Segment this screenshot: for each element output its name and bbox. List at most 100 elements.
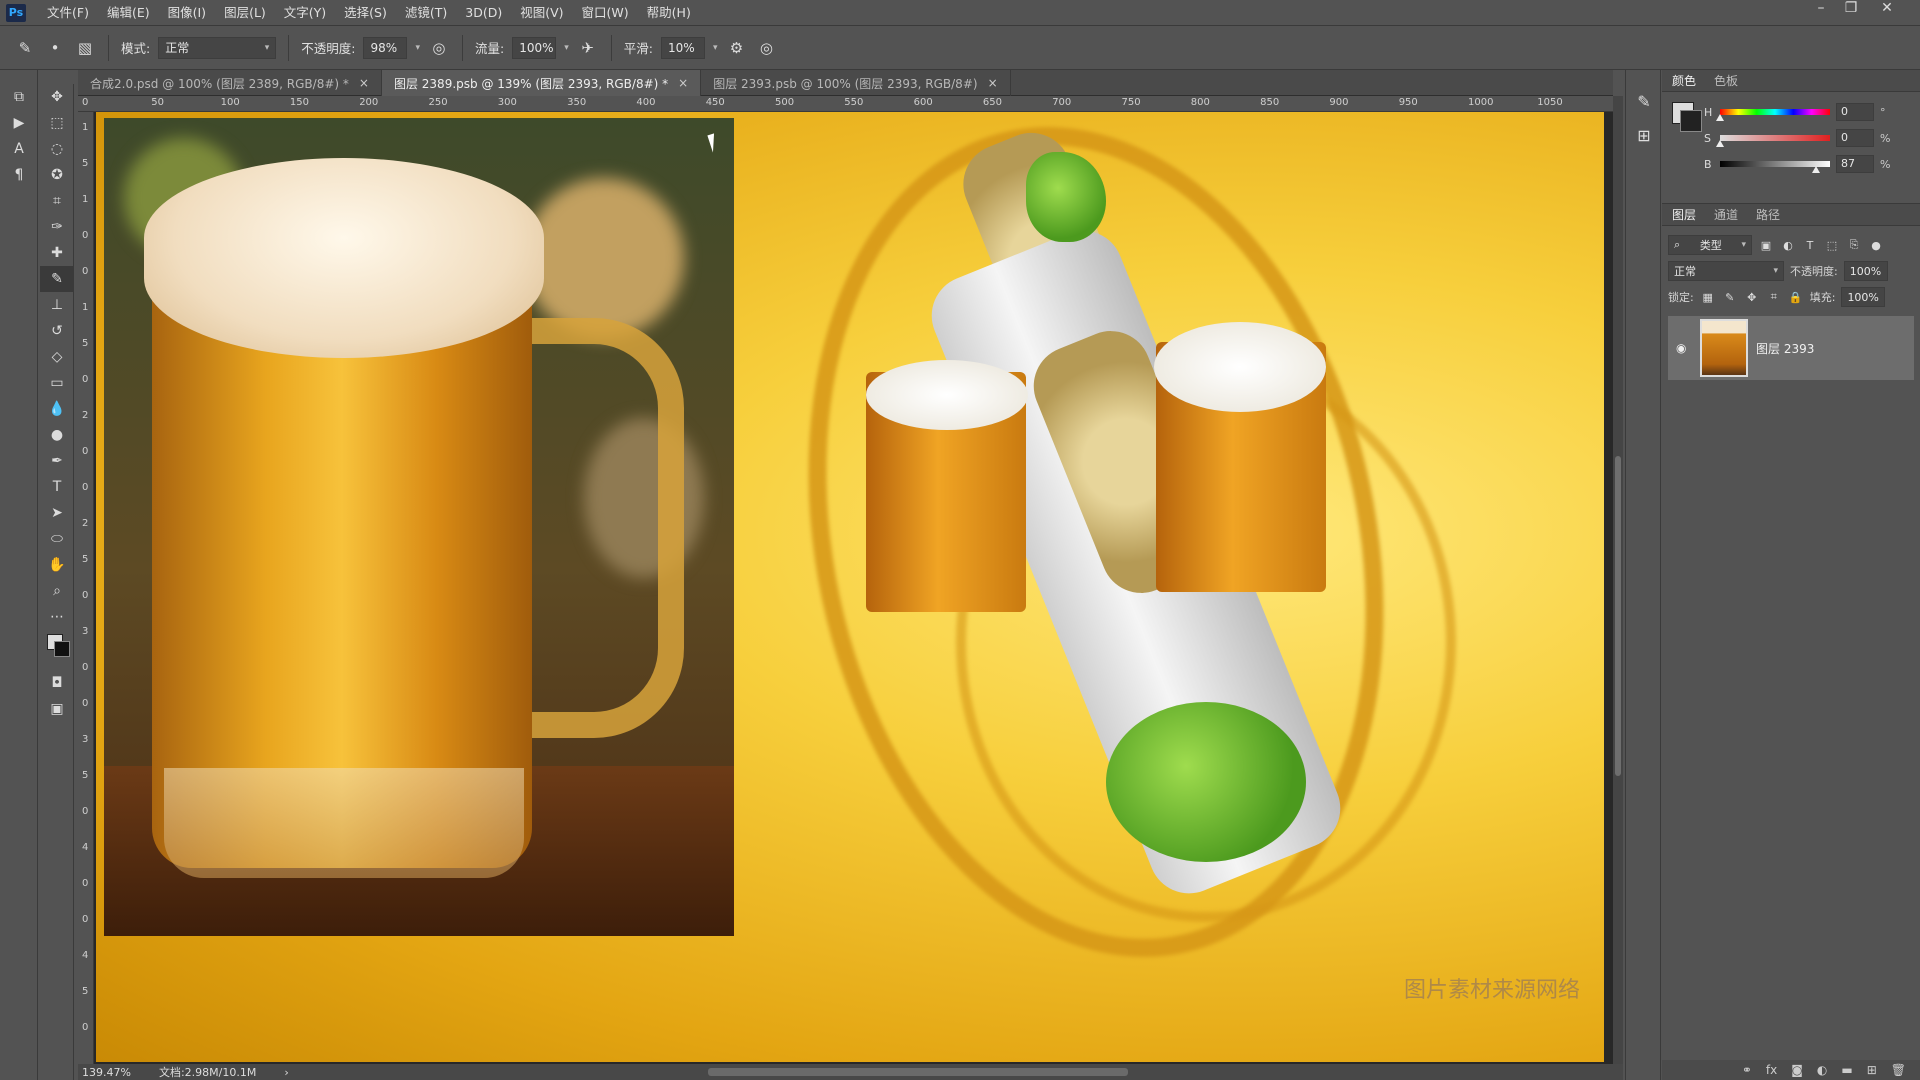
vertical-scrollbar[interactable]	[1613, 96, 1623, 1064]
pressure-size-icon[interactable]: ◎	[755, 37, 777, 59]
tab-layer-2389[interactable]: 图层 2389.psb @ 139% (图层 2393, RGB/8#) * ×	[381, 70, 702, 96]
brightness-value[interactable]: 87	[1836, 155, 1874, 173]
filter-smartobject-icon[interactable]: ⎘	[1846, 238, 1862, 252]
lock-artboard-icon[interactable]: ⌗	[1766, 290, 1782, 304]
close-icon[interactable]: ×	[678, 76, 688, 90]
menu-type[interactable]: 文字(Y)	[275, 0, 335, 26]
layer-row[interactable]: ◉ 图层 2393	[1668, 316, 1914, 380]
close-icon[interactable]: ×	[359, 76, 369, 90]
pressure-opacity-icon[interactable]: ◎	[428, 37, 450, 59]
character-icon[interactable]: A	[0, 136, 38, 162]
dodge-tool-icon[interactable]: ●	[40, 422, 74, 448]
brush-size-picker[interactable]: •	[44, 37, 66, 59]
layer-opacity-input[interactable]: 100%	[1843, 261, 1888, 281]
filter-type-icon[interactable]: T	[1802, 239, 1818, 252]
menu-edit[interactable]: 编辑(E)	[98, 0, 159, 26]
document-canvas[interactable]: 图片素材来源网络	[96, 112, 1604, 1062]
crop-tool-icon[interactable]: ⌗	[40, 188, 74, 214]
pen-tool-icon[interactable]: ✒	[40, 448, 74, 474]
tab-paths[interactable]: 路径	[1756, 206, 1780, 223]
filter-shape-icon[interactable]: ⬚	[1824, 239, 1840, 252]
menu-help[interactable]: 帮助(H)	[638, 0, 700, 26]
adjustment-icon[interactable]: ◐	[1817, 1063, 1827, 1077]
smooth-input[interactable]: 10%	[660, 36, 705, 59]
lock-all-icon[interactable]: 🔒	[1788, 291, 1804, 304]
tab-layers[interactable]: 图层	[1672, 206, 1696, 223]
quick-select-tool-icon[interactable]: ✪	[40, 162, 74, 188]
color-swatches[interactable]	[40, 630, 74, 670]
menu-file[interactable]: 文件(F)	[38, 0, 98, 26]
stamp-tool-icon[interactable]: ⊥	[40, 292, 74, 318]
move-tool-icon[interactable]: ✥	[40, 84, 74, 110]
layer-name[interactable]: 图层 2393	[1756, 340, 1814, 357]
menu-layer[interactable]: 图层(L)	[215, 0, 275, 26]
tab-swatches[interactable]: 色板	[1714, 72, 1738, 89]
paragraph-icon[interactable]: ¶	[0, 162, 38, 188]
flow-input[interactable]: 100%	[512, 36, 557, 59]
zoom-level[interactable]: 139.47%	[82, 1066, 131, 1079]
menu-3d[interactable]: 3D(D)	[456, 0, 511, 26]
eyedropper-tool-icon[interactable]: ✑	[40, 214, 74, 240]
brightness-slider[interactable]	[1720, 161, 1830, 173]
actions-play-icon[interactable]: ▶	[0, 110, 38, 136]
new-layer-icon[interactable]: ⊞	[1867, 1063, 1877, 1077]
lock-pixels-icon[interactable]: ✎	[1722, 291, 1738, 304]
vertical-ruler[interactable]: 1 5 1 0 0 1 5 0 2 0 0 2 5 0 3 0 0 3 5 0 4 0 0 4 5 0	[78, 112, 94, 1064]
filter-adjustment-icon[interactable]: ◐	[1780, 239, 1796, 252]
eraser-tool-icon[interactable]: ◇	[40, 344, 74, 370]
brush-settings-icon[interactable]: ▧	[74, 37, 96, 59]
smooth-dropdown-icon[interactable]: ▾	[713, 43, 718, 53]
saturation-slider[interactable]	[1716, 135, 1830, 147]
history-brush-tool-icon[interactable]: ↺	[40, 318, 74, 344]
brightness-slider-thumb[interactable]	[1811, 166, 1820, 173]
hue-value[interactable]: 0	[1836, 103, 1874, 121]
gear-icon[interactable]: ⚙	[725, 37, 747, 59]
menu-image[interactable]: 图像(I)	[159, 0, 215, 26]
zoom-tool-icon[interactable]: ⌕	[40, 578, 74, 604]
flow-dropdown-icon[interactable]: ▾	[564, 43, 569, 53]
close-icon[interactable]: ×	[988, 76, 998, 90]
minimize-button[interactable]: –	[1806, 0, 1836, 18]
more-tools-icon[interactable]: ⋯	[40, 604, 74, 630]
brush-tool-icon[interactable]: ✎	[14, 37, 36, 59]
shape-tool-icon[interactable]: ⬭	[40, 526, 74, 552]
blend-mode-select[interactable]: 正常 ▾	[1668, 261, 1784, 281]
brush-tool-icon[interactable]: ✎	[40, 266, 74, 292]
tab-layer-2393[interactable]: 图层 2393.psb @ 100% (图层 2393, RGB/8#) ×	[701, 70, 1011, 96]
fill-input[interactable]: 100%	[1841, 287, 1886, 307]
layer-filter-select[interactable]: ⌕ 类型 ▾	[1668, 235, 1752, 255]
saturation-slider-thumb[interactable]	[1716, 140, 1724, 147]
lock-transparent-icon[interactable]: ▦	[1700, 291, 1716, 304]
background-swatch[interactable]	[54, 641, 70, 657]
folder-icon[interactable]: ▬	[1841, 1063, 1852, 1077]
history-icon[interactable]: ⧉	[0, 84, 38, 110]
horizontal-ruler[interactable]: 0 50 100 150 200 250 300 350 400 450 500 550 600 650 7…	[78, 96, 1613, 112]
opacity-dropdown-icon[interactable]: ▾	[415, 43, 420, 53]
hue-slider-thumb[interactable]	[1716, 114, 1724, 121]
menu-select[interactable]: 选择(S)	[335, 0, 396, 26]
maximize-button[interactable]: ❐	[1836, 0, 1866, 18]
menu-window[interactable]: 窗口(W)	[573, 0, 638, 26]
healing-tool-icon[interactable]: ✚	[40, 240, 74, 266]
saturation-value[interactable]: 0	[1836, 129, 1874, 147]
screen-mode-icon[interactable]: ▣	[40, 696, 74, 722]
canvas-area[interactable]: 图片素材来源网络	[94, 112, 1613, 1064]
status-arrow-icon[interactable]: ›	[284, 1066, 288, 1079]
airbrush-icon[interactable]: ✈	[577, 37, 599, 59]
menu-view[interactable]: 视图(V)	[511, 0, 572, 26]
mode-select[interactable]: 正常 ▾	[158, 36, 277, 59]
background-color-swatch[interactable]	[1680, 110, 1702, 132]
gradient-tool-icon[interactable]: ▭	[40, 370, 74, 396]
eye-icon[interactable]: ◉	[1676, 341, 1692, 355]
filter-toggle-icon[interactable]: ●	[1868, 239, 1884, 252]
brush-settings-panel-icon[interactable]: ✎	[1626, 84, 1662, 118]
path-select-tool-icon[interactable]: ➤	[40, 500, 74, 526]
type-tool-icon[interactable]: T	[40, 474, 74, 500]
blur-tool-icon[interactable]: 💧	[40, 396, 74, 422]
close-window-button[interactable]: ✕	[1872, 0, 1902, 18]
filter-pixel-icon[interactable]: ▣	[1758, 239, 1774, 252]
menu-filter[interactable]: 滤镜(T)	[396, 0, 456, 26]
quick-mask-icon[interactable]: ◘	[40, 670, 74, 696]
hue-slider[interactable]	[1716, 109, 1830, 121]
trash-icon[interactable]: 🗑	[1891, 1063, 1906, 1077]
